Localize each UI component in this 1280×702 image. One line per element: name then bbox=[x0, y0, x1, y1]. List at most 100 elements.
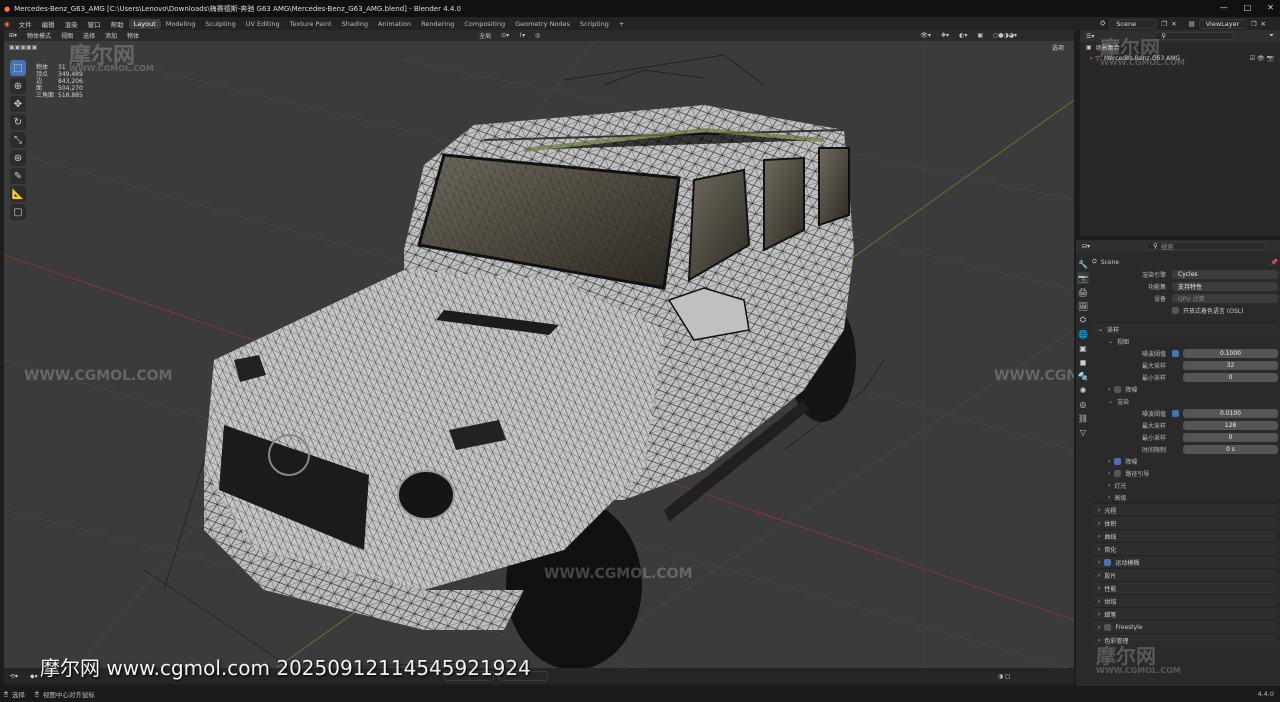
annotate-tool-icon[interactable]: ✎ bbox=[10, 168, 26, 184]
osl-checkbox[interactable] bbox=[1172, 306, 1179, 314]
panel-header[interactable]: › 简化 bbox=[1092, 542, 1278, 555]
visibility-toggle-icons[interactable]: ☑ 👁 📷 bbox=[1250, 55, 1274, 62]
render-max-samples-field[interactable]: 128 bbox=[1183, 420, 1278, 430]
device-dropdown[interactable]: GPU 计算 bbox=[1172, 293, 1278, 303]
transform-tool-icon[interactable]: ⊛ bbox=[10, 150, 26, 166]
minimize-icon[interactable]: — bbox=[1220, 3, 1228, 12]
path-guiding-checkbox[interactable] bbox=[1114, 469, 1122, 477]
new-scene-icon[interactable]: ❐ bbox=[1161, 20, 1167, 28]
render-tab-icon[interactable]: 📷 bbox=[1077, 272, 1089, 284]
object-menu[interactable]: 物体 bbox=[122, 31, 144, 40]
panel-header[interactable]: › 曲线 bbox=[1092, 529, 1278, 542]
freestyle-checkbox[interactable] bbox=[1104, 623, 1112, 631]
world-tab-icon[interactable]: 🌐 bbox=[1077, 328, 1089, 340]
panel-header[interactable]: › 运动模糊 bbox=[1092, 555, 1278, 568]
panel-header[interactable]: › Freestyle bbox=[1092, 620, 1278, 633]
collection-tab-icon[interactable]: ▣ bbox=[1077, 342, 1089, 354]
workspace-tab-rendering[interactable]: Rendering bbox=[416, 19, 459, 29]
sub-panel[interactable]: › 灯光 bbox=[1092, 479, 1278, 491]
panel-header[interactable]: › 蜡笔 bbox=[1092, 607, 1278, 620]
viewport-max-samples-field[interactable]: 32 bbox=[1183, 360, 1278, 370]
panel-header[interactable]: › 性能 bbox=[1092, 581, 1278, 594]
view-menu[interactable]: 视图 bbox=[56, 31, 78, 40]
pin-icon[interactable]: 📌 bbox=[1271, 259, 1278, 266]
feature-set-dropdown[interactable]: 支持特性 bbox=[1172, 281, 1278, 291]
output-tab-icon[interactable]: 🖨 bbox=[1077, 286, 1089, 298]
constraints-tab-icon[interactable]: ⛓ bbox=[1077, 412, 1089, 424]
close-icon[interactable]: ✕ bbox=[1267, 3, 1274, 12]
options-menu[interactable]: 选项 bbox=[1052, 43, 1064, 52]
viewport-denoise-subpanel[interactable]: › 降噪 bbox=[1092, 383, 1278, 395]
panel-header[interactable]: › 色彩管理 bbox=[1092, 633, 1278, 646]
properties-editor-icon[interactable]: ⊟▾ bbox=[1082, 243, 1090, 250]
menu-help[interactable]: 帮助 bbox=[106, 19, 129, 29]
rotate-tool-icon[interactable]: ↻ bbox=[10, 114, 26, 130]
snap-icon[interactable]: ⌇▾ bbox=[514, 32, 530, 39]
workspace-tab-compositing[interactable]: Compositing bbox=[459, 19, 510, 29]
add-menu[interactable]: 添加 bbox=[100, 31, 122, 40]
render-noise-threshold-field[interactable]: 0.0100 bbox=[1183, 408, 1278, 418]
noise-threshold-checkbox[interactable] bbox=[1172, 409, 1179, 417]
tool-tab-icon[interactable]: 🔧 bbox=[1077, 258, 1089, 270]
add-cube-tool-icon[interactable]: ▢ bbox=[10, 204, 26, 220]
viewport-min-samples-field[interactable]: 0 bbox=[1183, 372, 1278, 382]
filter-icon[interactable]: ⏷ bbox=[1269, 32, 1274, 40]
cursor-tool-icon[interactable]: ⊕ bbox=[10, 78, 26, 94]
workspace-tab-shading[interactable]: Shading bbox=[337, 19, 373, 29]
viewlayer-selector[interactable]: ViewLayer bbox=[1198, 18, 1247, 29]
workspace-tab-modeling[interactable]: Modeling bbox=[161, 19, 201, 29]
outliner-editor-icon[interactable]: ☰▾ bbox=[1086, 33, 1094, 40]
particles-tab-icon[interactable]: ✺ bbox=[1077, 384, 1089, 396]
menu-render[interactable]: 渲染 bbox=[60, 19, 83, 29]
overlay-icon[interactable]: ◐▾ bbox=[954, 32, 972, 39]
workspace-tab-texture-paint[interactable]: Texture Paint bbox=[285, 19, 337, 29]
editor-type-icon[interactable]: ⊞▾ bbox=[4, 32, 22, 39]
panel-header[interactable]: › 体积 bbox=[1092, 516, 1278, 529]
workspace-tab-scripting[interactable]: Scripting bbox=[575, 19, 614, 29]
shading-mode-icons[interactable]: ○●◑◕▾ bbox=[988, 32, 1022, 39]
select-mode-icons[interactable]: ▣▣▣▣▣ bbox=[4, 44, 37, 51]
object-tab-icon[interactable]: ◼ bbox=[1077, 356, 1089, 368]
time-limit-field[interactable]: 0 s bbox=[1183, 444, 1278, 454]
render-engine-dropdown[interactable]: Cycles bbox=[1172, 269, 1278, 279]
viewport-noise-threshold-field[interactable]: 0.1000 bbox=[1183, 348, 1278, 358]
move-tool-icon[interactable]: ✥ bbox=[10, 96, 26, 112]
gizmo-icon[interactable]: ✥▾ bbox=[936, 32, 954, 39]
delete-scene-icon[interactable]: ✕ bbox=[1171, 20, 1176, 28]
motion-blur-checkbox[interactable] bbox=[1104, 558, 1112, 566]
scene-tab-icon[interactable]: ⛭ bbox=[1077, 314, 1089, 326]
viewport-subpanel-header[interactable]: ⌄ 视图 bbox=[1092, 335, 1278, 347]
workspace-tab-layout[interactable]: Layout bbox=[128, 18, 161, 29]
properties-search-input[interactable]: ⚲ 搜索 bbox=[1146, 242, 1267, 251]
render-subpanel-header[interactable]: ⌄ 渲染 bbox=[1092, 395, 1278, 407]
expand-chevron-icon[interactable]: › bbox=[1090, 55, 1092, 62]
sampling-panel-header[interactable]: ⌄ 采样 bbox=[1092, 322, 1278, 335]
menu-edit[interactable]: 编辑 bbox=[37, 19, 60, 29]
maximize-icon[interactable]: □ bbox=[1244, 3, 1252, 12]
view-layer-tab-icon[interactable]: 🖼 bbox=[1077, 300, 1089, 312]
denoise-checkbox[interactable] bbox=[1114, 385, 1122, 393]
outliner-object-row[interactable]: › ▽ Mercedes-Benz-G63 AMG ☑ 👁 📷 bbox=[1080, 53, 1280, 64]
workspace-tab-sculpting[interactable]: Sculpting bbox=[200, 19, 240, 29]
mode-selector[interactable]: 物体模式 bbox=[22, 31, 56, 40]
menu-file[interactable]: 文件 bbox=[14, 19, 37, 29]
pivot-icon[interactable]: ⊙▾ bbox=[496, 32, 514, 39]
viewport-scene[interactable] bbox=[4, 30, 1074, 684]
measure-tool-icon[interactable]: 📐 bbox=[10, 186, 26, 202]
delete-viewlayer-icon[interactable]: ✕ bbox=[1261, 20, 1266, 28]
blender-menu-icon[interactable]: ◉ bbox=[0, 20, 14, 28]
osl-row[interactable]: 开放式着色语言 (OSL) bbox=[1092, 304, 1278, 316]
new-viewlayer-icon[interactable]: ❐ bbox=[1251, 20, 1257, 28]
sub-panel[interactable]: › 降噪 bbox=[1092, 455, 1278, 467]
workspace-tab-animation[interactable]: Animation bbox=[373, 19, 416, 29]
denoise-checkbox[interactable] bbox=[1114, 457, 1122, 465]
select-box-tool-icon[interactable]: ⬚ bbox=[10, 60, 26, 76]
panel-header[interactable]: › 光程 bbox=[1092, 503, 1278, 516]
workspace-tab-uv-editing[interactable]: UV Editing bbox=[241, 19, 285, 29]
data-tab-icon[interactable]: ▽ bbox=[1077, 426, 1089, 438]
menu-window[interactable]: 窗口 bbox=[83, 19, 106, 29]
visibility-icon[interactable]: 👁▾ bbox=[915, 32, 936, 39]
3d-viewport[interactable]: ⊞▾ 物体模式 视图 选择 添加 物体 全局 ⊙▾ ⌇▾ ◎ 👁▾ ✥▾ ◐▾ … bbox=[4, 30, 1074, 684]
modifier-tab-icon[interactable]: 🔩 bbox=[1077, 370, 1089, 382]
select-menu[interactable]: 选择 bbox=[78, 31, 100, 40]
